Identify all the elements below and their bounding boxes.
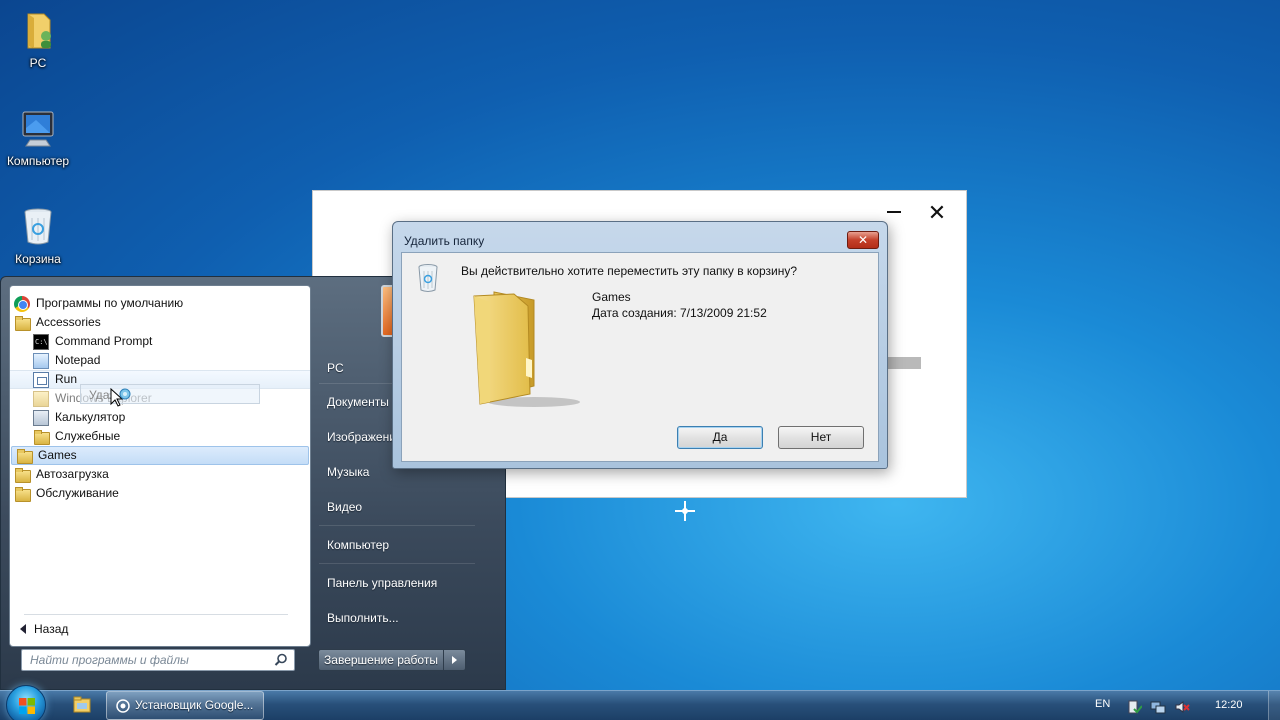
program-label: Games <box>38 448 77 462</box>
desktop-icon-label: Компьютер <box>6 154 70 168</box>
right-item-computer[interactable]: Компьютер <box>327 538 389 552</box>
chrome-icon <box>14 295 30 312</box>
back-button[interactable]: Назад <box>20 622 68 636</box>
dialog-title: Удалить папку <box>404 234 485 248</box>
recycle-bin-icon <box>418 264 438 292</box>
clock[interactable]: 12:20 <box>1215 699 1243 711</box>
program-label: Accessories <box>36 315 101 329</box>
run-icon <box>33 371 49 388</box>
folder-icon <box>16 448 33 464</box>
program-label: Служебные <box>55 429 121 443</box>
shutdown-options-button[interactable] <box>444 649 466 671</box>
folder-icon <box>473 291 580 407</box>
network-icon[interactable] <box>1150 699 1166 715</box>
item-name: Games <box>592 290 631 304</box>
cmd-icon: C:\ <box>33 333 49 350</box>
start-button[interactable] <box>6 685 46 720</box>
calculator-icon <box>33 409 49 426</box>
folder-icon <box>14 486 31 502</box>
folder-maintenance[interactable]: Обслуживание <box>10 484 310 503</box>
user-folder-icon <box>16 8 60 52</box>
right-item-documents[interactable]: Документы <box>327 395 389 409</box>
show-desktop-button[interactable] <box>1268 691 1280 720</box>
folder-startup[interactable]: Автозагрузка <box>10 465 310 484</box>
program-label: Программы по умолчанию <box>36 296 184 310</box>
back-label: Назад <box>34 622 69 636</box>
program-label: Command Prompt <box>55 334 153 348</box>
program-label: Run <box>55 372 78 386</box>
search-box[interactable] <box>21 649 295 671</box>
back-arrow-icon <box>20 624 26 634</box>
folder-system-tools[interactable]: Служебные <box>10 427 310 446</box>
recycle-bin-icon <box>16 204 60 248</box>
drag-ghost: Удал <box>80 384 260 404</box>
divider <box>24 614 288 615</box>
progress-bar-fragment <box>887 357 921 369</box>
program-label: Автозагрузка <box>36 467 109 481</box>
sparkle-icon <box>675 501 695 521</box>
search-icon[interactable] <box>274 653 288 667</box>
action-center-icon[interactable] <box>1126 699 1142 715</box>
right-item-control-panel[interactable]: Панель управления <box>327 576 437 590</box>
program-default-programs[interactable]: Программы по умолчанию <box>10 294 310 313</box>
dialog-question: Вы действительно хотите переместить эту … <box>461 264 798 278</box>
explorer-icon <box>33 390 49 407</box>
search-input[interactable] <box>22 650 262 670</box>
computer-icon <box>16 106 60 150</box>
installer-icon <box>116 699 130 713</box>
desktop-icon-computer[interactable]: Компьютер <box>0 106 76 168</box>
folder-icon <box>14 315 31 331</box>
minimize-button[interactable] <box>887 211 901 213</box>
right-item-video[interactable]: Видео <box>327 500 362 514</box>
program-command-prompt[interactable]: C:\ Command Prompt <box>10 332 310 351</box>
yes-button[interactable]: Да <box>677 426 763 449</box>
dialog-close-button[interactable]: ✕ <box>847 231 879 249</box>
right-item-pictures[interactable]: Изображения <box>327 430 393 444</box>
taskbar-task-google-installer[interactable]: Установщик Google... <box>106 691 264 720</box>
close-button[interactable]: ✕ <box>927 203 947 225</box>
item-date: Дата создания: 7/13/2009 21:52 <box>592 306 767 320</box>
windows-logo-icon <box>19 698 35 714</box>
shutdown-button[interactable]: Завершение работы <box>318 649 444 671</box>
taskbar: Установщик Google... EN 12:20 <box>0 685 1280 720</box>
right-item-run[interactable]: Выполнить... <box>327 611 399 625</box>
delete-folder-dialog: Удалить папку ✕ Вы действительно хотите … <box>392 221 888 469</box>
divider <box>319 563 475 564</box>
folder-icon <box>14 467 31 483</box>
desktop-icon-label: PC <box>29 56 47 70</box>
folder-icon <box>33 429 50 445</box>
desktop-icon-pc[interactable]: PC <box>0 8 76 70</box>
program-notepad[interactable]: Notepad <box>10 351 310 370</box>
language-indicator[interactable]: EN <box>1095 698 1110 710</box>
drag-cursor-icon <box>110 388 131 407</box>
no-button[interactable]: Нет <box>778 426 864 449</box>
program-label: Notepad <box>55 353 101 367</box>
folder-games[interactable]: Games <box>11 446 309 465</box>
right-item-music[interactable]: Музыка <box>327 465 369 479</box>
programs-panel: Программы по умолчанию Accessories C:\ C… <box>9 285 311 647</box>
desktop-icon-recycle-bin[interactable]: Корзина <box>0 204 76 266</box>
right-item-pc[interactable]: PC <box>327 361 344 375</box>
program-calculator[interactable]: Калькулятор <box>10 408 310 427</box>
program-label: Калькулятор <box>55 410 126 424</box>
notepad-icon <box>33 352 49 369</box>
dialog-body: Вы действительно хотите переместить эту … <box>401 252 879 462</box>
explorer-taskbar-icon[interactable] <box>62 694 102 719</box>
divider <box>319 525 475 526</box>
folder-accessories[interactable]: Accessories <box>10 313 310 332</box>
program-label: Обслуживание <box>36 486 119 500</box>
volume-muted-icon[interactable] <box>1174 699 1190 715</box>
task-label: Установщик Google... <box>135 698 254 712</box>
desktop-icon-label: Корзина <box>15 252 61 266</box>
